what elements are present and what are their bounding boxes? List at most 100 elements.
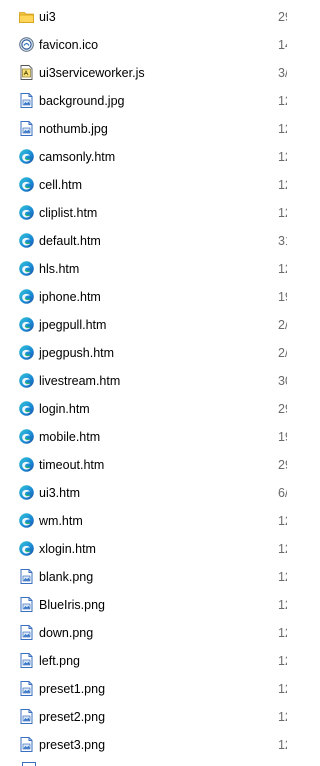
file-name: xlogin.htm	[39, 542, 96, 556]
file-row[interactable]: camsonly.htm 12	[0, 143, 287, 171]
file-name: default.htm	[39, 234, 101, 248]
file-row[interactable]: ui3.htm 6/	[0, 479, 287, 507]
file-date: 12	[278, 262, 287, 276]
file-row[interactable]: blank.png 12	[0, 563, 287, 591]
file-name: camsonly.htm	[39, 150, 116, 164]
file-name: jpegpull.htm	[39, 318, 107, 332]
file-date: 6/	[278, 486, 287, 500]
file-row[interactable]: favicon.ico 14	[0, 31, 287, 59]
file-row[interactable]: jpegpush.htm 2/	[0, 339, 287, 367]
file-date: 31	[278, 234, 287, 248]
image-file-icon	[20, 93, 33, 108]
file-name: cell.htm	[39, 178, 83, 192]
js-file-icon	[20, 65, 33, 80]
image-file-icon	[20, 625, 33, 640]
file-name: background.jpg	[39, 94, 125, 108]
file-name: mobile.htm	[39, 430, 101, 444]
file-date: 12	[278, 178, 287, 192]
file-name: left.png	[39, 654, 81, 668]
file-name: ui3.htm	[39, 486, 80, 500]
file-row[interactable]: preset3.png 12	[0, 731, 287, 759]
edge-html-icon	[19, 345, 34, 360]
file-name: preset2.png	[39, 710, 106, 724]
image-file-icon	[20, 597, 33, 612]
file-date: 12	[278, 710, 287, 724]
file-row[interactable]: xlogin.htm 12	[0, 535, 287, 563]
file-row[interactable]: jpegpull.htm 2/	[0, 311, 287, 339]
file-row[interactable]: BlueIris.png 12	[0, 591, 287, 619]
image-file-icon	[20, 709, 33, 724]
file-name: ui3	[39, 10, 56, 24]
file-row[interactable]: mobile.htm 19	[0, 423, 287, 451]
file-row[interactable]: background.jpg 12	[0, 87, 287, 115]
edge-html-icon	[19, 429, 34, 444]
file-name: BlueIris.png	[39, 598, 106, 612]
file-name: login.htm	[39, 402, 90, 416]
file-name: cliplist.htm	[39, 206, 98, 220]
file-row[interactable]: preset2.png 12	[0, 703, 287, 731]
file-row[interactable]: hls.htm 12	[0, 255, 287, 283]
file-row[interactable]: preset1.png 12	[0, 675, 287, 703]
edge-html-icon	[19, 233, 34, 248]
file-row[interactable]: default.htm 31	[0, 227, 287, 255]
file-date: 29	[278, 402, 287, 416]
file-date: 19	[278, 430, 287, 444]
file-date: 12	[278, 150, 287, 164]
file-name: nothumb.jpg	[39, 122, 108, 136]
partially-visible-row	[0, 760, 287, 766]
file-date: 12	[278, 542, 287, 556]
file-date: 12	[278, 626, 287, 640]
file-name: preset1.png	[39, 682, 106, 696]
file-date: 12	[278, 738, 287, 752]
image-file-icon	[20, 681, 33, 696]
file-row[interactable]: ui3 29	[0, 3, 287, 31]
file-name: hls.htm	[39, 262, 80, 276]
edge-html-icon	[19, 177, 34, 192]
file-date: 12	[278, 122, 287, 136]
file-date: 2/	[278, 318, 287, 332]
file-name: iphone.htm	[39, 290, 101, 304]
file-name: livestream.htm	[39, 374, 121, 388]
edge-html-icon	[19, 261, 34, 276]
file-date: 14	[278, 38, 287, 52]
file-name: ui3serviceworker.js	[39, 66, 145, 80]
edge-html-icon	[19, 149, 34, 164]
file-name: blank.png	[39, 570, 94, 584]
file-row[interactable]: cell.htm 12	[0, 171, 287, 199]
file-row[interactable]: left.png 12	[0, 647, 287, 675]
file-date: 30	[278, 374, 287, 388]
file-row[interactable]: livestream.htm 30	[0, 367, 287, 395]
file-row[interactable]: wm.htm 12	[0, 507, 287, 535]
edge-html-icon	[19, 485, 34, 500]
file-date: 12	[278, 94, 287, 108]
edge-html-icon	[19, 457, 34, 472]
edge-html-icon	[19, 317, 34, 332]
edge-html-icon	[19, 541, 34, 556]
file-name: down.png	[39, 626, 94, 640]
image-file-icon	[20, 121, 33, 136]
file-row[interactable]: iphone.htm 19	[0, 283, 287, 311]
file-date: 2/	[278, 346, 287, 360]
file-row[interactable]: login.htm 29	[0, 395, 287, 423]
edge-html-icon	[19, 205, 34, 220]
edge-html-icon	[19, 373, 34, 388]
edge-html-icon	[19, 289, 34, 304]
file-date: 29	[278, 458, 287, 472]
file-row[interactable]: nothumb.jpg 12	[0, 115, 287, 143]
image-file-icon	[22, 762, 36, 766]
file-row[interactable]: down.png 12	[0, 619, 287, 647]
file-row[interactable]: ui3serviceworker.js 3/	[0, 59, 287, 87]
file-name: preset3.png	[39, 738, 106, 752]
folder-icon	[19, 12, 34, 23]
file-name: favicon.ico	[39, 38, 99, 52]
edge-html-icon	[19, 513, 34, 528]
file-name: wm.htm	[39, 514, 83, 528]
file-name: jpegpush.htm	[39, 346, 115, 360]
file-row[interactable]: timeout.htm 29	[0, 451, 287, 479]
file-date: 3/	[278, 66, 287, 80]
image-file-icon	[20, 737, 33, 752]
file-date: 12	[278, 598, 287, 612]
file-date: 12	[278, 514, 287, 528]
file-row[interactable]: cliplist.htm 12	[0, 199, 287, 227]
image-file-icon	[20, 569, 33, 584]
